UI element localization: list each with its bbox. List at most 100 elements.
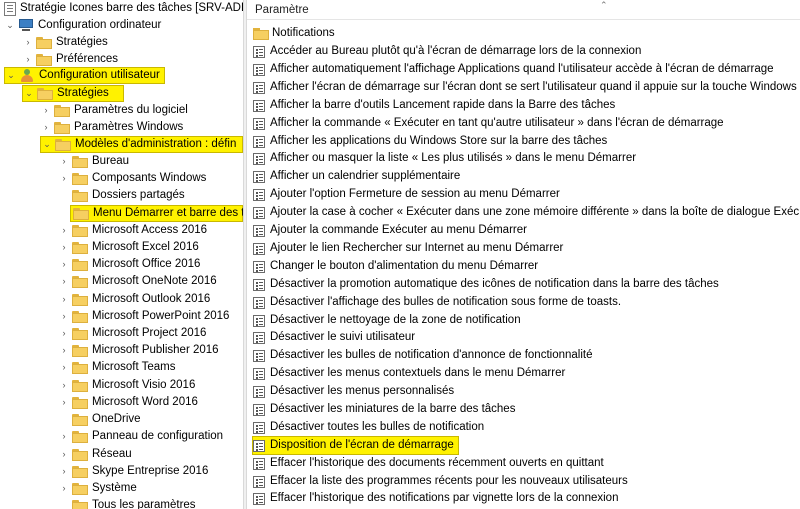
policy-setting-icon — [253, 457, 265, 470]
chevron-right-icon[interactable]: › — [58, 428, 70, 445]
settings-pane[interactable]: Paramètre ⌃ Notifications Accéder au Bur… — [247, 0, 800, 509]
policy-setting-icon — [253, 99, 265, 112]
tree-item-label: Microsoft Publisher 2016 — [92, 344, 219, 356]
tree-item-label: Microsoft Teams — [92, 361, 176, 373]
chevron-right-icon[interactable]: › — [58, 153, 70, 170]
tree-item-microsoft-access[interactable]: › Microsoft Access 2016 — [58, 222, 207, 239]
chevron-right-icon[interactable]: › — [58, 480, 70, 497]
setting-row[interactable]: Afficher les applications du Windows Sto… — [253, 133, 798, 150]
column-header-parametre[interactable]: Paramètre — [247, 0, 800, 20]
setting-row[interactable]: Désactiver le nettoyage de la zone de no… — [253, 312, 798, 329]
tree-item-microsoft-visio[interactable]: › Microsoft Visio 2016 — [58, 377, 195, 394]
setting-row[interactable]: Afficher un calendrier supplémentaire — [253, 168, 798, 185]
setting-row[interactable]: Effacer l'historique des notifications p… — [253, 490, 798, 507]
tree-item-tous-parametres[interactable]: Tous les paramètres — [58, 497, 196, 509]
setting-row[interactable]: Ajouter le lien Rechercher sur Internet … — [253, 240, 798, 257]
tree-item-skype-entreprise[interactable]: › Skype Entreprise 2016 — [58, 463, 208, 480]
chevron-right-icon[interactable]: › — [22, 34, 34, 51]
tree-item-parametres-logiciel[interactable]: › Paramètres du logiciel — [40, 102, 188, 119]
list-item-folder-notifications[interactable]: Notifications — [253, 25, 798, 42]
tree-item-reseau[interactable]: › Réseau — [58, 446, 132, 463]
setting-label: Désactiver les menus contextuels dans le… — [270, 367, 566, 379]
setting-row[interactable]: Effacer la liste des programmes récents … — [253, 473, 798, 490]
setting-row[interactable]: Désactiver la promotion automatique des … — [253, 276, 798, 293]
folder-icon — [72, 310, 88, 323]
tree-item-onedrive[interactable]: OneDrive — [58, 411, 141, 428]
chevron-right-icon[interactable]: › — [58, 342, 70, 359]
tree-item-bureau[interactable]: › Bureau — [58, 153, 129, 170]
chevron-right-icon[interactable]: › — [58, 446, 70, 463]
chevron-right-icon[interactable]: › — [58, 239, 70, 256]
setting-row[interactable]: Désactiver les menus contextuels dans le… — [253, 365, 798, 382]
setting-label: Désactiver les menus personnalisés — [270, 385, 455, 397]
setting-row[interactable]: Désactiver le suivi utilisateur — [253, 329, 798, 346]
policy-setting-icon — [253, 152, 265, 165]
setting-row[interactable]: Ajouter la case à cocher « Exécuter dans… — [253, 204, 800, 221]
tree-item-label: Système — [92, 482, 137, 494]
setting-row[interactable]: Désactiver les miniatures de la barre de… — [253, 401, 798, 418]
tree-item-composants-windows[interactable]: › Composants Windows — [58, 170, 206, 187]
tree-item-configuration-ordinateur[interactable]: ⌄ Configuration ordinateur — [4, 17, 161, 34]
chevron-right-icon[interactable]: › — [58, 377, 70, 394]
chevron-right-icon[interactable]: › — [58, 359, 70, 376]
tree-item-systeme[interactable]: › Système — [58, 480, 137, 497]
policy-setting-icon — [253, 296, 265, 309]
setting-label: Désactiver les miniatures de la barre de… — [270, 403, 516, 415]
tree-root[interactable]: Stratégie Icones barre des tâches [SRV-A… — [2, 0, 243, 17]
tree-item-strategies-utilisateur[interactable]: ⌄ Stratégies — [22, 85, 124, 102]
setting-row[interactable]: Afficher la commande « Exécuter en tant … — [253, 115, 798, 132]
setting-row[interactable]: Ajouter l'option Fermeture de session au… — [253, 186, 798, 203]
chevron-right-icon[interactable]: › — [58, 256, 70, 273]
tree-item-microsoft-word[interactable]: › Microsoft Word 2016 — [58, 394, 198, 411]
tree-item-microsoft-project[interactable]: › Microsoft Project 2016 — [58, 325, 206, 342]
chevron-right-icon[interactable]: › — [58, 222, 70, 239]
chevron-right-icon[interactable]: › — [58, 273, 70, 290]
setting-row[interactable]: Afficher automatiquement l'affichage App… — [253, 61, 798, 78]
tree-item-label: Configuration ordinateur — [38, 19, 162, 31]
chevron-right-icon[interactable]: › — [58, 463, 70, 480]
chevron-down-icon[interactable]: ⌄ — [23, 85, 35, 102]
chevron-down-icon[interactable]: ⌄ — [5, 67, 17, 84]
tree-item-microsoft-office[interactable]: › Microsoft Office 2016 — [58, 256, 200, 273]
chevron-right-icon[interactable]: › — [58, 325, 70, 342]
setting-row[interactable]: Afficher l'écran de démarrage sur l'écra… — [253, 79, 798, 96]
tree-item-strategies-ordinateur[interactable]: › Stratégies — [22, 34, 108, 51]
setting-row[interactable]: Afficher la barre d'outils Lancement rap… — [253, 97, 798, 114]
setting-row[interactable]: Désactiver l'affichage des bulles de not… — [253, 294, 798, 311]
chevron-right-icon[interactable]: › — [58, 308, 70, 325]
setting-row[interactable]: Désactiver toutes les bulles de notifica… — [253, 419, 798, 436]
chevron-down-icon[interactable]: ⌄ — [41, 136, 53, 153]
setting-row[interactable]: Ajouter la commande Exécuter au menu Dém… — [253, 222, 798, 239]
tree-item-modeles-administration[interactable]: ⌄ Modèles d'administration : défin — [40, 136, 243, 153]
setting-row-selected[interactable]: Disposition de l'écran de démarrage — [252, 436, 459, 455]
tree-item-microsoft-outlook[interactable]: › Microsoft Outlook 2016 — [58, 291, 210, 308]
tree-item-parametres-windows[interactable]: › Paramètres Windows — [40, 119, 183, 136]
setting-row[interactable]: Afficher ou masquer la liste « Les plus … — [253, 150, 798, 167]
tree-item-microsoft-powerpoint[interactable]: › Microsoft PowerPoint 2016 — [58, 308, 229, 325]
tree-item-microsoft-onenote[interactable]: › Microsoft OneNote 2016 — [58, 273, 217, 290]
chevron-right-icon[interactable]: › — [58, 291, 70, 308]
chevron-right-icon[interactable]: › — [40, 102, 52, 119]
setting-row[interactable]: Accéder au Bureau plutôt qu'à l'écran de… — [253, 43, 798, 60]
tree-item-preferences-ordinateur[interactable]: › Préférences — [22, 51, 118, 68]
tree-pane[interactable]: Stratégie Icones barre des tâches [SRV-A… — [0, 0, 243, 509]
chevron-right-icon[interactable]: › — [58, 170, 70, 187]
chevron-right-icon[interactable]: › — [40, 119, 52, 136]
tree-item-dossiers-partages[interactable]: Dossiers partagés — [58, 187, 185, 204]
setting-label: Effacer l'historique des documents récem… — [270, 457, 604, 469]
setting-row[interactable]: Désactiver les bulles de notification d'… — [253, 347, 798, 364]
tree-item-menu-demarrer[interactable]: Menu Démarrer et barre des t — [70, 205, 243, 222]
tree-item-microsoft-teams[interactable]: › Microsoft Teams — [58, 359, 176, 376]
tree-item-panneau-configuration[interactable]: › Panneau de configuration — [58, 428, 223, 445]
chevron-down-icon[interactable]: ⌄ — [4, 17, 16, 34]
setting-row[interactable]: Effacer l'historique des documents récem… — [253, 455, 798, 472]
chevron-right-icon[interactable]: › — [58, 394, 70, 411]
tree-item-microsoft-excel[interactable]: › Microsoft Excel 2016 — [58, 239, 199, 256]
policy-setting-icon — [253, 331, 265, 344]
setting-row[interactable]: Désactiver les menus personnalisés — [253, 383, 798, 400]
tree-item-configuration-utilisateur[interactable]: ⌄ Configuration utilisateur — [4, 67, 165, 84]
tree-item-microsoft-publisher[interactable]: › Microsoft Publisher 2016 — [58, 342, 219, 359]
tree-item-label: Bureau — [92, 155, 130, 167]
chevron-right-icon[interactable]: › — [22, 51, 34, 68]
setting-row[interactable]: Changer le bouton d'alimentation du menu… — [253, 258, 798, 275]
